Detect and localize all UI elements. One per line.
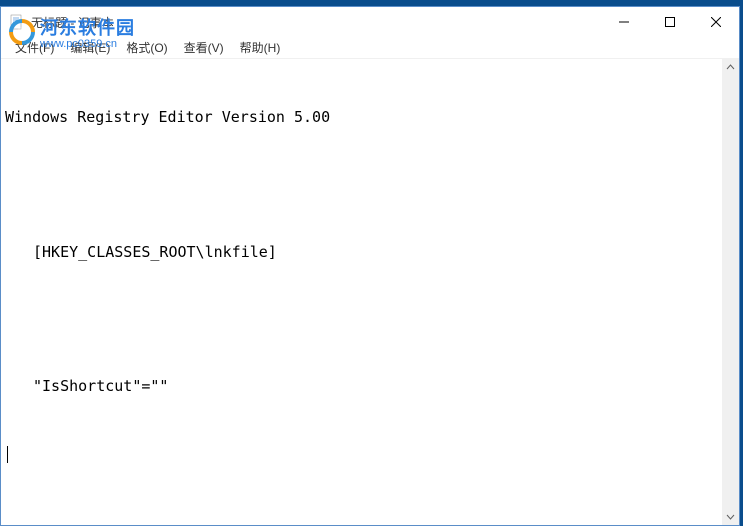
chevron-down-icon	[726, 512, 735, 521]
minimize-icon	[619, 17, 629, 27]
title-left: 无标题 - 记事本	[9, 14, 114, 31]
titlebar: 无标题 - 记事本	[1, 7, 739, 37]
app-icon	[9, 14, 25, 30]
window-controls	[601, 7, 739, 37]
maximize-icon	[665, 17, 675, 27]
editor-line: [HKEY_CLASSES_ROOT\lnkfile]	[5, 241, 718, 264]
text-cursor	[7, 446, 8, 463]
editor-line	[5, 443, 718, 466]
text-editor[interactable]: Windows Registry Editor Version 5.00 [HK…	[1, 59, 722, 525]
close-icon	[711, 17, 721, 27]
menu-edit[interactable]: 编辑(E)	[62, 37, 118, 58]
menu-format[interactable]: 格式(O)	[118, 37, 175, 58]
scroll-up-arrow[interactable]	[722, 59, 739, 76]
close-button[interactable]	[693, 7, 739, 37]
editor-line	[5, 308, 718, 330]
window-title: 无标题 - 记事本	[31, 14, 114, 31]
menu-file[interactable]: 文件(F)	[7, 37, 62, 58]
chevron-up-icon	[726, 63, 735, 72]
menubar: 文件(F) 编辑(E) 格式(O) 查看(V) 帮助(H)	[1, 37, 739, 59]
editor-area: Windows Registry Editor Version 5.00 [HK…	[1, 59, 739, 525]
maximize-button[interactable]	[647, 7, 693, 37]
editor-line: Windows Registry Editor Version 5.00	[5, 106, 718, 129]
editor-line	[5, 174, 718, 196]
editor-line: "IsShortcut"=""	[5, 375, 718, 398]
notepad-window: 无标题 - 记事本 文件(F) 编辑(E) 格式(O	[0, 6, 740, 526]
menu-help[interactable]: 帮助(H)	[232, 37, 289, 58]
menu-view[interactable]: 查看(V)	[176, 37, 232, 58]
vertical-scrollbar[interactable]	[722, 59, 739, 525]
minimize-button[interactable]	[601, 7, 647, 37]
scroll-down-arrow[interactable]	[722, 508, 739, 525]
